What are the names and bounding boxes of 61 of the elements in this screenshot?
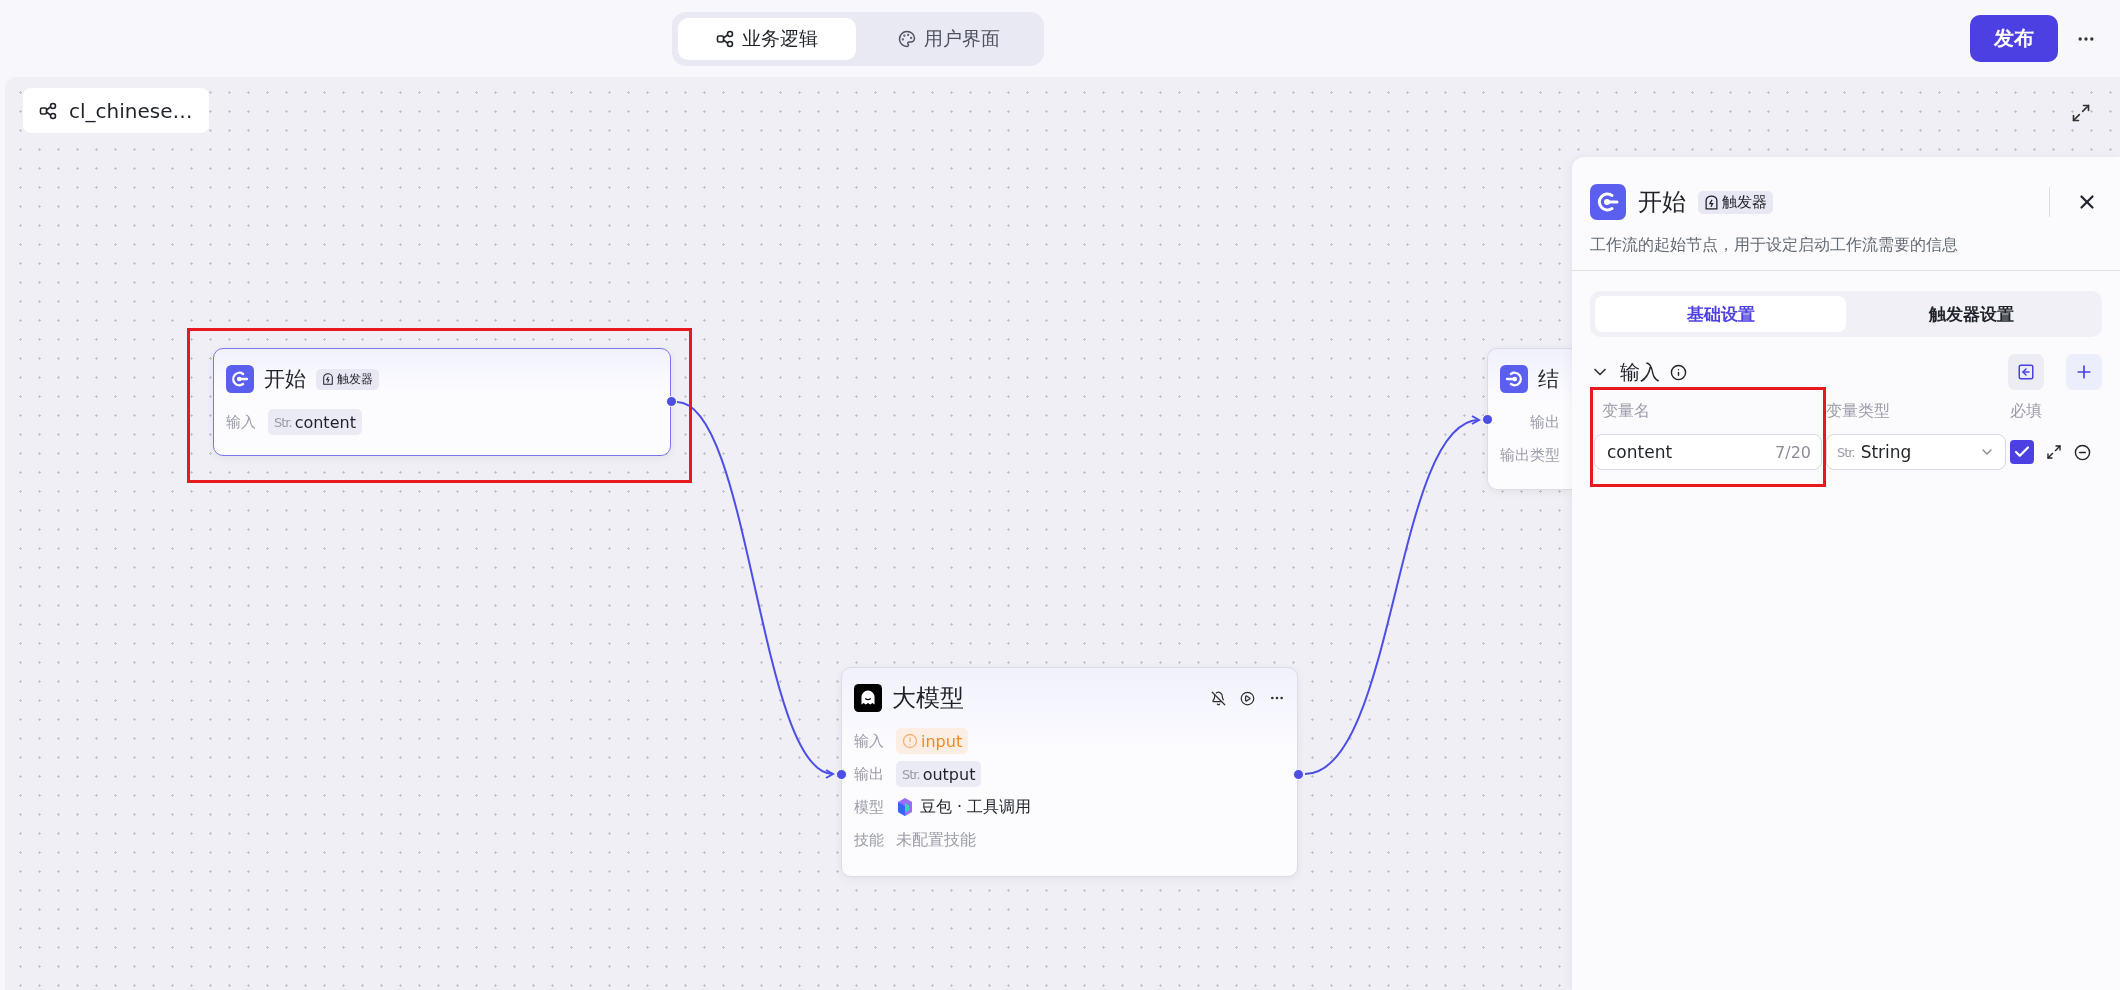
llm-node[interactable]: 大模型 输入 input 输出 Str. output 模型 豆包 · 工具调用 技能 未配置技能 [841, 667, 1298, 877]
model-logo-icon [896, 797, 914, 817]
output-port[interactable] [666, 396, 677, 407]
char-counter: 7/20 [1775, 442, 1811, 462]
required-checkbox[interactable] [2010, 440, 2034, 464]
start-node-icon [226, 365, 254, 393]
view-tab[interactable]: 业务逻辑 [678, 17, 856, 60]
publish-button[interactable]: 发布 [1970, 15, 2058, 62]
view-tab[interactable]: 用户界面 [860, 17, 1038, 60]
flow-icon [39, 101, 57, 120]
variable-name-field[interactable]: content 7/20 [1594, 434, 1822, 470]
variable-tag: Str. output [896, 761, 982, 787]
column-header: 变量类型 [1826, 401, 1891, 422]
variable-tag: Str. content [268, 409, 362, 435]
import-button[interactable] [2008, 354, 2044, 390]
panel-description: 工作流的起始节点，用于设定启动工作流需要的信息 [1572, 223, 2120, 271]
settings-tab[interactable]: 基础设置 [1595, 296, 1846, 332]
bell-off-icon[interactable] [1211, 690, 1226, 706]
warning-icon [902, 733, 918, 749]
empty-value: 未配置技能 [896, 829, 976, 851]
row-label: 输出类型 [1500, 445, 1560, 465]
start-node-icon [1590, 184, 1626, 220]
start-node[interactable]: 开始 触发器 输入 Str. content [213, 348, 671, 456]
workflow-title: cl_chinese… [69, 98, 193, 123]
row-label: 模型 [854, 797, 885, 817]
column-header: 必填 [2010, 401, 2043, 422]
remove-icon[interactable] [2074, 443, 2091, 461]
end-node[interactable]: 结 输出 输出类型 [1487, 348, 1572, 490]
trigger-badge: 触发器 [316, 368, 379, 390]
output-port[interactable] [1293, 769, 1304, 780]
column-header: 变量名 [1601, 401, 1651, 422]
row-label: 技能 [854, 830, 885, 850]
node-title: 结 [1538, 366, 1559, 393]
warning-tag: input [896, 728, 969, 754]
expand-icon[interactable] [2046, 444, 2062, 460]
palette-icon [898, 29, 916, 48]
row-label: 输入 [854, 731, 885, 751]
name-input[interactable]: content [1605, 441, 1776, 463]
trigger-badge: 触发器 [1698, 190, 1773, 214]
end-node-icon [1500, 365, 1528, 393]
input-port[interactable] [836, 769, 847, 780]
row-label: 输出 [1529, 412, 1560, 432]
model-name: 豆包 · 工具调用 [920, 796, 1032, 818]
info-icon[interactable] [1670, 363, 1687, 381]
variable-type-select[interactable]: Str. String [1826, 434, 2006, 470]
row-label: 输入 [226, 412, 257, 432]
trigger-icon [1704, 194, 1719, 210]
row-label: 输出 [854, 764, 885, 784]
flow-icon [716, 29, 734, 48]
import-icon [2017, 363, 2035, 381]
settings-tab[interactable]: 触发器设置 [1846, 296, 2097, 332]
run-icon[interactable] [1240, 690, 1255, 706]
section-title: 输入 [1620, 358, 1660, 386]
input-port[interactable] [1482, 414, 1493, 425]
add-button[interactable] [2066, 354, 2102, 390]
ghost-icon [854, 684, 882, 712]
panel-title: 开始 [1638, 187, 1686, 218]
node-title: 大模型 [892, 683, 964, 714]
workflow-title-chip[interactable]: cl_chinese… [23, 88, 209, 133]
trigger-icon [322, 373, 334, 385]
node-title: 开始 [264, 366, 306, 393]
